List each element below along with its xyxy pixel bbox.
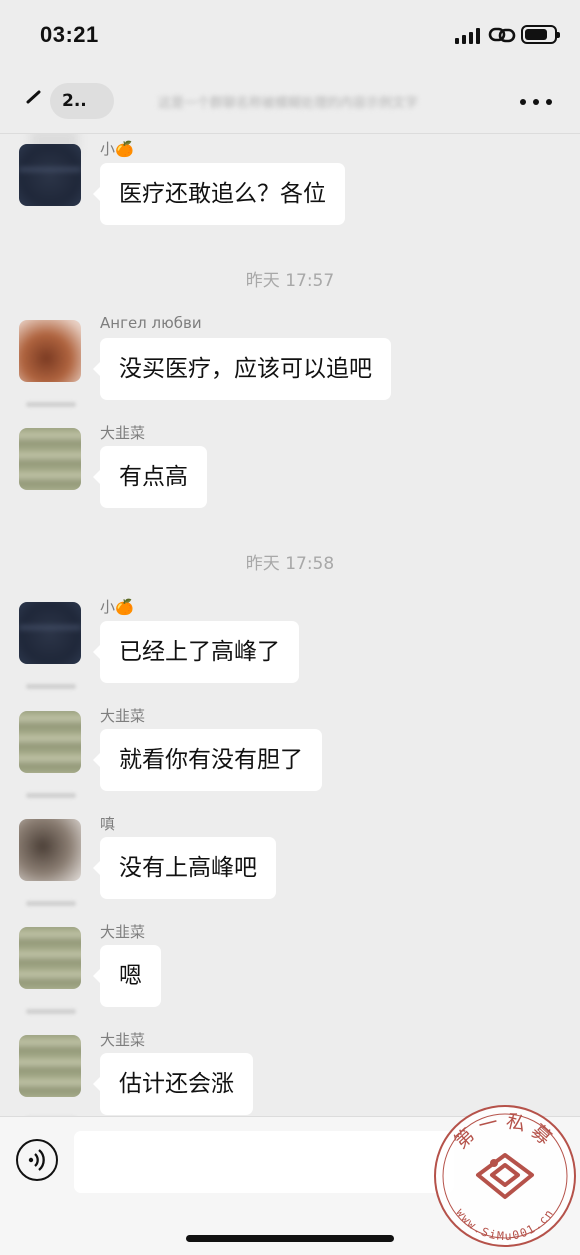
message-bubble[interactable]: 嗯	[93, 945, 161, 1007]
message-bubble[interactable]: 没有上高峰吧	[93, 837, 276, 899]
sender-name: 小🍊	[100, 598, 134, 616]
battery-icon	[521, 25, 560, 44]
more-dots-icon[interactable]	[520, 99, 552, 105]
voice-button[interactable]	[16, 1139, 58, 1181]
message-list[interactable]: 小🍊 医疗还敢追么？各位 昨天 17:57 Ангел любви 没买医疗，应…	[0, 134, 580, 1116]
sender-name: 大韭菜	[100, 707, 146, 725]
chat-header: 2.. 这是一个群聊名称被模糊处理的内容示例文字	[0, 70, 580, 134]
message-bubble[interactable]: 有点高	[93, 446, 207, 508]
message-bubble[interactable]: 就看你有没有胆了	[93, 729, 322, 791]
avatar[interactable]	[19, 1035, 81, 1097]
avatar[interactable]	[19, 927, 81, 989]
avatar[interactable]	[19, 428, 81, 490]
status-time: 03:21	[40, 22, 99, 47]
avatar[interactable]	[19, 711, 81, 773]
message-bubble[interactable]: 医疗还敢追么？各位	[93, 163, 345, 225]
sender-name: 嗔	[100, 815, 116, 833]
sender-name: 大韭菜	[100, 424, 146, 442]
back-chevron-icon[interactable]	[24, 90, 46, 112]
back-button[interactable]: 2..	[50, 83, 114, 119]
avatar[interactable]	[19, 819, 81, 881]
timestamp: 昨天 17:58	[245, 554, 335, 574]
message-bubble[interactable]: 没买医疗，应该可以追吧	[93, 338, 391, 400]
message-input[interactable]	[74, 1131, 454, 1193]
sender-name: 大韭菜	[100, 923, 146, 941]
watermark-seal-logo: 第一私募 www.SiMu001.cn	[434, 1105, 576, 1247]
timestamp: 昨天 17:57	[245, 271, 335, 291]
chat-title: 这是一个群聊名称被模糊处理的内容示例文字	[158, 96, 419, 111]
signal-icon	[455, 28, 481, 44]
message-bubble[interactable]: 已经上了高峰了	[93, 621, 299, 683]
sender-name: 小🍊	[100, 140, 134, 158]
avatar[interactable]	[19, 320, 81, 382]
sender-name: 大韭菜	[100, 1031, 146, 1049]
voice-icon	[28, 1149, 45, 1171]
link-icon	[488, 27, 516, 43]
avatar[interactable]	[19, 144, 81, 206]
sender-name: Ангел любви	[100, 314, 202, 332]
home-indicator[interactable]	[186, 1235, 394, 1242]
message-bubble[interactable]: 估计还会涨	[93, 1053, 253, 1115]
status-bar: 03:21	[0, 0, 580, 70]
avatar[interactable]	[19, 602, 81, 664]
